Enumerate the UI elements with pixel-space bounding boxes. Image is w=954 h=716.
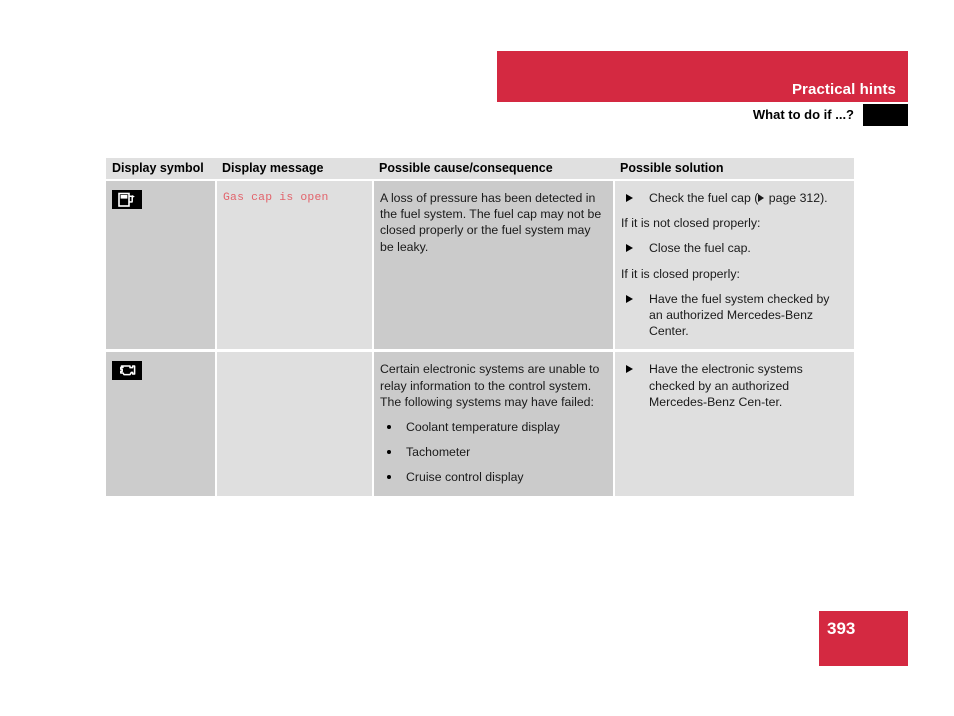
section-title: Practical hints bbox=[791, 81, 896, 98]
cause-paragraph: Certain electronic systems are unable to… bbox=[380, 362, 600, 409]
cell-display-symbol bbox=[106, 350, 217, 496]
triangle-bullet-icon bbox=[626, 194, 633, 202]
chapter-tab-marker bbox=[863, 104, 908, 126]
subsection-header: What to do if ...? bbox=[497, 104, 908, 126]
cause-bullet-item: Coolant temperature display bbox=[380, 419, 605, 435]
table-header-row: Display symbol Display message Possible … bbox=[106, 158, 854, 181]
table-row: Gas cap is open A loss of pressure has b… bbox=[106, 180, 854, 353]
cell-possible-solution: Have the electronic systems checked by a… bbox=[614, 350, 854, 496]
dot-bullet-icon bbox=[387, 450, 391, 455]
cause-bullet-item: Cruise control display bbox=[380, 469, 605, 485]
solution-step-text: Have the electronic systems checked by a… bbox=[649, 362, 803, 409]
solution-note: If it is not closed properly: bbox=[621, 216, 761, 231]
subsection-title: What to do if ...? bbox=[752, 107, 854, 122]
display-message-text: Gas cap is open bbox=[223, 192, 329, 204]
solution-step-reference: page 312). bbox=[765, 191, 828, 205]
triangle-bullet-icon bbox=[626, 365, 633, 374]
page-number-box: 393 bbox=[819, 611, 908, 666]
solution-step: Check the fuel cap ( page 312). bbox=[621, 190, 846, 206]
cause-bullet-text: Tachometer bbox=[406, 445, 471, 460]
cell-possible-cause: A loss of pressure has been detected in … bbox=[373, 180, 615, 353]
solution-step: Have the fuel system checked by an autho… bbox=[621, 291, 846, 340]
solution-step-text: Check the fuel cap ( bbox=[649, 191, 759, 205]
column-header-possible-cause: Possible cause/consequence bbox=[373, 158, 614, 181]
cause-bullet-text: Coolant temperature display bbox=[406, 420, 560, 435]
display-messages-table: Display symbol Display message Possible … bbox=[106, 158, 854, 496]
cause-paragraph: A loss of pressure has been detected in … bbox=[380, 191, 602, 254]
cell-display-symbol bbox=[106, 180, 217, 353]
cell-possible-cause: Certain electronic systems are unable to… bbox=[373, 350, 615, 496]
dot-bullet-icon bbox=[387, 425, 391, 430]
solution-step: Have the electronic systems checked by a… bbox=[621, 361, 846, 410]
triangle-bullet-icon bbox=[626, 294, 633, 303]
solution-step: Close the fuel cap. bbox=[621, 240, 846, 256]
cause-bullet-text: Cruise control display bbox=[406, 470, 524, 485]
cause-bullet-list: Coolant temperature display Tachometer C… bbox=[380, 419, 605, 486]
cell-display-message bbox=[216, 350, 374, 496]
fuel-cap-icon bbox=[112, 190, 142, 209]
section-header-bar: Practical hints bbox=[497, 51, 908, 102]
dot-bullet-icon bbox=[387, 475, 391, 480]
solution-step-text: Have the fuel system checked by an autho… bbox=[649, 291, 830, 339]
column-header-display-message: Display message bbox=[216, 158, 373, 181]
cell-display-message: Gas cap is open bbox=[216, 180, 374, 353]
check-engine-icon bbox=[112, 361, 142, 381]
column-header-display-symbol: Display symbol bbox=[106, 158, 216, 181]
page-reference-icon bbox=[758, 193, 765, 202]
solution-step-text: Close the fuel cap. bbox=[649, 241, 751, 256]
solution-note: If it is closed properly: bbox=[621, 266, 740, 281]
triangle-bullet-icon bbox=[626, 244, 633, 253]
page-number: 393 bbox=[827, 619, 856, 638]
column-header-possible-solution: Possible solution bbox=[614, 158, 854, 181]
cell-possible-solution: Check the fuel cap ( page 312). If it is… bbox=[614, 180, 854, 353]
cause-bullet-item: Tachometer bbox=[380, 444, 605, 460]
table-row: Certain electronic systems are unable to… bbox=[106, 350, 854, 496]
